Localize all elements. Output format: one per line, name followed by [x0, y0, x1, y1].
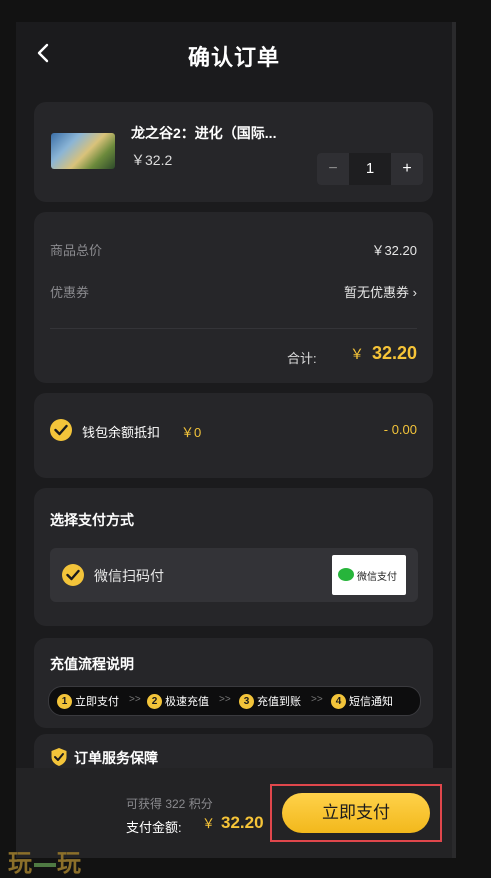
wallet-deduction-card[interactable]: 钱包余额抵扣 ￥0 - 0.00	[34, 393, 433, 478]
process-steps: 1 立即支付 >> 2 极速充值 >> 3 充值到账 >> 4 短信通知	[48, 686, 421, 716]
total-label: 合计:	[287, 351, 317, 366]
process-section-title: 充值流程说明	[50, 656, 134, 672]
pay-amount-value: 32.20	[221, 813, 264, 832]
wechat-icon	[338, 568, 354, 581]
total-amount: 32.20	[371, 343, 417, 363]
step-4: 4 短信通知	[331, 693, 393, 709]
step-2: 2 极速充值	[147, 693, 209, 709]
wechat-logo-text: 微信支付	[357, 572, 397, 583]
step-number: 1	[57, 693, 72, 709]
increase-button[interactable]: +	[391, 153, 423, 185]
guarantee-title: 订单服务保障	[74, 750, 158, 766]
page-title: 确认订单	[187, 45, 280, 70]
watermark-char: 玩	[8, 850, 33, 877]
step-number: 2	[147, 693, 162, 709]
step-arrow-icon: >>	[311, 694, 323, 705]
check-circle-icon	[62, 564, 84, 586]
pay-option-label: 微信扫码付	[94, 568, 164, 584]
quantity-input[interactable]: 1	[349, 153, 391, 185]
watermark-char: 玩	[57, 850, 82, 877]
coupon-label: 优惠券	[50, 285, 90, 300]
product-thumbnail	[51, 133, 115, 169]
decrease-button[interactable]: −	[317, 153, 349, 185]
step-label: 短信通知	[349, 696, 393, 708]
wallet-label: 钱包余额抵扣	[82, 425, 161, 440]
divider	[50, 328, 417, 329]
pay-amount: ￥ 32.20	[202, 813, 264, 833]
step-label: 立即支付	[75, 696, 119, 708]
pay-amount-label: 支付金额:	[126, 820, 182, 835]
pay-currency: ￥	[202, 816, 216, 831]
product-price: ￥32.2	[131, 152, 173, 168]
step-3: 3 充值到账	[239, 693, 301, 709]
order-confirm-screen: 确认订单 龙之谷2：进化（国际... ￥32.2 − 1 + 商品总价 ￥32.…	[16, 22, 452, 858]
product-card: 龙之谷2：进化（国际... ￥32.2 − 1 +	[34, 102, 433, 202]
site-watermark: 玩玩	[8, 843, 82, 878]
header-bar: 确认订单	[16, 22, 452, 88]
recharge-process-card: 充值流程说明 1 立即支付 >> 2 极速充值 >> 3 充值到账 >> 4 短信通知	[34, 638, 433, 728]
step-1: 1 立即支付	[57, 693, 119, 709]
wallet-deduct-value: - 0.00	[383, 422, 417, 437]
payment-section-title: 选择支付方式	[50, 512, 134, 528]
pay-button-highlight: 立即支付	[270, 784, 442, 842]
wallet-balance: ￥0	[181, 425, 202, 440]
total-value: ￥ 32.20	[350, 343, 417, 364]
product-name: 龙之谷2：进化（国际...	[131, 125, 277, 141]
wechat-pay-option[interactable]: 微信扫码付 微信支付	[50, 548, 418, 602]
step-label: 极速充值	[165, 696, 209, 708]
subtotal-value: ￥32.20	[371, 243, 417, 258]
total-currency: ￥	[349, 346, 364, 362]
watermark-dash	[34, 862, 56, 867]
step-number: 3	[239, 693, 254, 709]
coupon-selector[interactable]: 暂无优惠券 ›	[344, 282, 417, 301]
quantity-stepper: − 1 +	[317, 153, 423, 185]
step-arrow-icon: >>	[219, 694, 231, 705]
wechat-pay-logo: 微信支付	[332, 555, 406, 595]
subtotal-label: 商品总价	[50, 243, 103, 258]
step-number: 4	[331, 693, 346, 709]
pay-now-button[interactable]: 立即支付	[282, 793, 430, 833]
step-label: 充值到账	[257, 696, 301, 708]
points-info: 可获得 322 积分	[126, 797, 213, 811]
price-summary-card: 商品总价 ￥32.20 优惠券 暂无优惠券 › 合计: ￥ 32.20	[34, 212, 433, 383]
step-arrow-icon: >>	[129, 694, 141, 705]
scrollbar-track	[452, 22, 456, 858]
check-circle-icon[interactable]	[50, 419, 72, 441]
payment-method-card: 选择支付方式 微信扫码付 微信支付	[34, 488, 433, 626]
